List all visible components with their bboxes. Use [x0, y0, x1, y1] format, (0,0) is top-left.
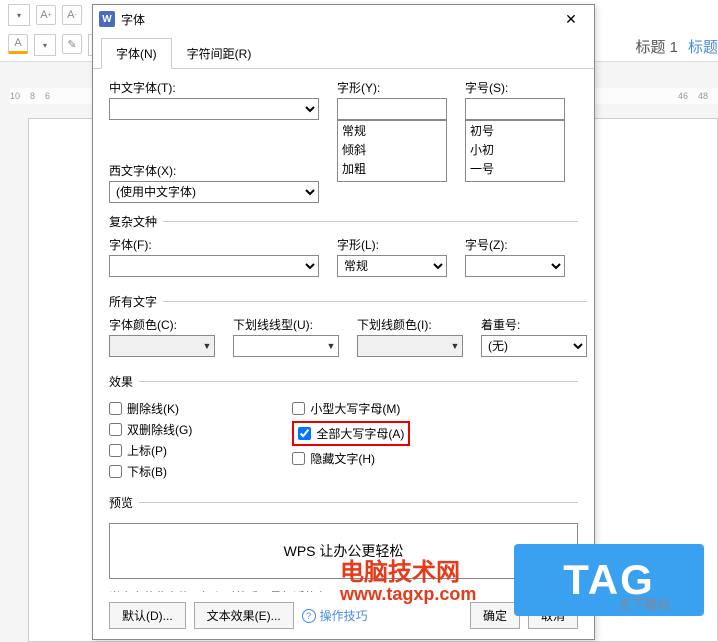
font-decrease-icon[interactable]: A- — [62, 5, 82, 25]
check-small-caps[interactable]: 小型大写字母(M) — [292, 400, 410, 417]
check-dstrike[interactable]: 双删除线(G) — [109, 421, 192, 438]
label-complex-font: 字体(F): — [109, 236, 319, 253]
cn-font-select[interactable] — [109, 98, 319, 120]
tabstrip: 字体(N) 字符间距(R) — [93, 37, 594, 69]
style-heading-1[interactable]: 标题 1 — [635, 36, 678, 57]
label-west-font: 西文字体(X): — [109, 162, 319, 179]
toolbar-dropdown-icon[interactable]: ▾ — [8, 4, 30, 26]
dialog-title: 字体 — [121, 11, 554, 28]
label-size: 字号(S): — [465, 79, 565, 96]
complex-fieldset: 复杂文种 字体(F): 字形(L): 常规 字号(Z): — [109, 213, 578, 283]
legend-effects: 效果 — [109, 373, 139, 390]
underline-color-select[interactable]: ▼ — [357, 335, 463, 357]
font-color-select[interactable]: ▼ — [109, 335, 215, 357]
check-super[interactable]: 上标(P) — [109, 442, 192, 459]
preview-text: WPS 让办公更轻松 — [284, 541, 404, 561]
check-hidden[interactable]: 隐藏文字(H) — [292, 450, 410, 467]
label-complex-size: 字号(Z): — [465, 236, 565, 253]
check-sub[interactable]: 下标(B) — [109, 463, 192, 480]
complex-style-select[interactable]: 常规 — [337, 255, 447, 277]
alltext-fieldset: 所有文字 字体颜色(C): ▼ 下划线线型(U): ▼ 下划线颜色(I): ▼ … — [109, 293, 587, 363]
info-icon: ? — [302, 609, 316, 623]
ok-button[interactable]: 确定 — [470, 602, 520, 629]
highlight-icon[interactable]: ✎ — [62, 34, 82, 54]
complex-font-select[interactable] — [109, 255, 319, 277]
label-style: 字形(Y): — [337, 79, 447, 96]
complex-size-select[interactable] — [465, 255, 565, 277]
label-cn-font: 中文字体(T): — [109, 79, 319, 96]
effects-fieldset: 效果 删除线(K) 双删除线(G) 上标(P) 下标(B) 小型大写字母(M) … — [109, 373, 578, 484]
tab-font[interactable]: 字体(N) — [101, 38, 172, 69]
legend-alltext: 所有文字 — [109, 293, 163, 310]
cancel-button[interactable]: 取消 — [528, 602, 578, 629]
style-listbox[interactable]: 常规 倾斜 加粗 — [337, 120, 447, 182]
check-strike[interactable]: 删除线(K) — [109, 400, 192, 417]
toolbar-dropdown-2-icon[interactable]: ▾ — [34, 34, 56, 56]
emphasis-select[interactable]: (无) — [481, 335, 587, 357]
size-listbox[interactable]: 初号 小初 一号 — [465, 120, 565, 182]
label-underline-color: 下划线颜色(I): — [357, 316, 463, 333]
buttonbar: 默认(D)... 文本效果(E)... ?操作技巧 确定 取消 — [93, 592, 594, 639]
preview-fieldset: 预览 WPS 让办公更轻松 尚未安装此字体，打印时将采用最相近的有 — [109, 494, 578, 592]
label-font-color: 字体颜色(C): — [109, 316, 215, 333]
text-effects-button[interactable]: 文本效果(E)... — [194, 602, 294, 629]
check-all-caps[interactable]: 全部大写字母(A) — [298, 425, 404, 442]
style-input[interactable] — [337, 98, 447, 120]
titlebar: W 字体 ✕ — [93, 5, 594, 33]
default-button[interactable]: 默认(D)... — [109, 602, 186, 629]
legend-preview: 预览 — [109, 494, 139, 511]
tab-spacing[interactable]: 字符间距(R) — [172, 38, 267, 69]
font-color-icon[interactable]: A — [8, 34, 28, 54]
preview-note: 尚未安装此字体，打印时将采用最相近的有 — [109, 589, 578, 592]
size-input[interactable] — [465, 98, 565, 120]
app-icon: W — [99, 11, 115, 27]
label-emphasis: 着重号: — [481, 316, 587, 333]
highlight-all-caps: 全部大写字母(A) — [292, 421, 410, 446]
label-complex-style: 字形(L): — [337, 236, 447, 253]
font-increase-icon[interactable]: A+ — [36, 5, 56, 25]
font-dialog: W 字体 ✕ 字体(N) 字符间距(R) 中文字体(T): 西文字体(X): (… — [92, 4, 595, 640]
preview-box: WPS 让办公更轻松 — [109, 523, 578, 579]
tips-link[interactable]: ?操作技巧 — [302, 607, 368, 624]
west-font-select[interactable]: (使用中文字体) — [109, 181, 319, 203]
close-button[interactable]: ✕ — [554, 7, 588, 31]
underline-style-select[interactable]: ▼ — [233, 335, 339, 357]
legend-complex: 复杂文种 — [109, 213, 163, 230]
style-heading-2[interactable]: 标题 — [688, 36, 718, 57]
label-underline-style: 下划线线型(U): — [233, 316, 339, 333]
